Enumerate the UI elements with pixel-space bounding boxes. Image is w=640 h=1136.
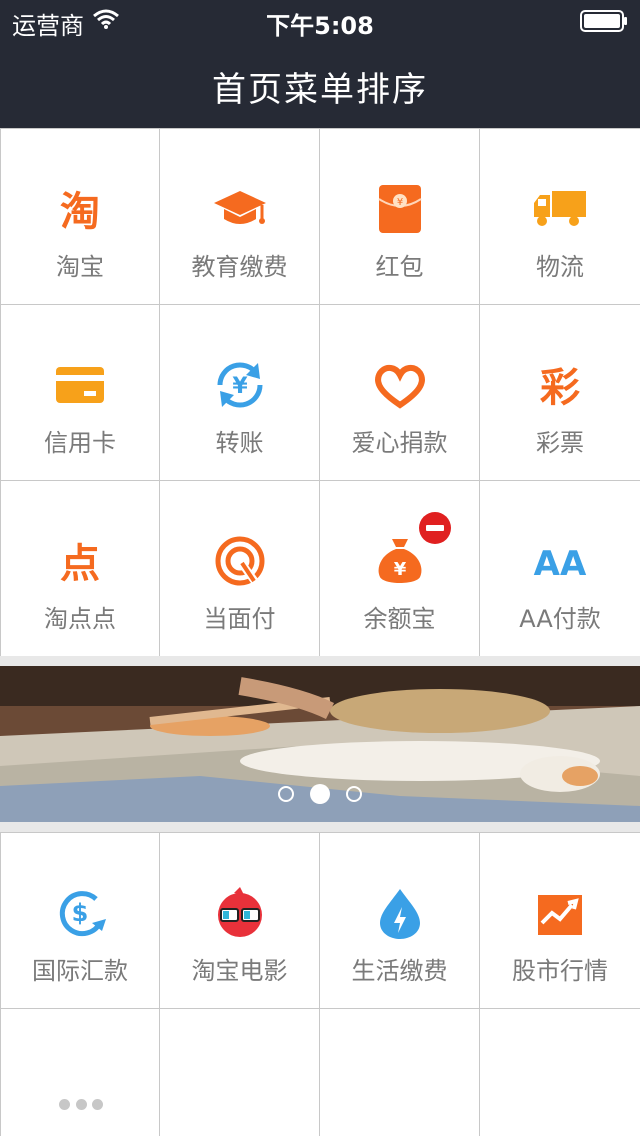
stock-chart-icon <box>532 885 588 941</box>
menu-item-charity[interactable]: 爱心捐款 <box>320 305 480 480</box>
page-dot[interactable] <box>346 786 362 802</box>
menu-item-label: 淘宝电影 <box>191 957 288 985</box>
menu-item-education[interactable]: 教育缴费 <box>160 129 320 304</box>
aa-icon: AA <box>532 533 588 589</box>
menu-item-red-envelope[interactable]: ¥ 红包 <box>320 129 480 304</box>
more-menu-grid: $ 国际汇款 淘宝电影 生活缴费 股市行情 <box>0 832 640 1136</box>
taodiandian-icon: 点 <box>52 533 108 589</box>
menu-item-stock[interactable]: 股市行情 <box>480 833 640 1008</box>
section-divider <box>0 656 640 666</box>
menu-item-credit-card[interactable]: 信用卡 <box>0 305 160 480</box>
heart-icon <box>372 357 428 413</box>
credit-card-icon <box>52 357 108 413</box>
svg-text:AA: AA <box>534 544 587 584</box>
status-bar: 运营商 下午5:08 <box>0 0 640 40</box>
menu-item-label: AA付款 <box>519 605 601 633</box>
svg-text:点: 点 <box>60 541 100 587</box>
menu-row: 信用卡 ¥ 转账 爱心捐款 彩 彩票 <box>0 305 640 481</box>
menu-item-label: 股市行情 <box>512 957 608 985</box>
menu-item-international-remit[interactable]: $ 国际汇款 <box>0 833 160 1008</box>
svg-text:¥: ¥ <box>393 559 406 580</box>
lottery-icon: 彩 <box>532 357 588 413</box>
menu-item-taobao[interactable]: 淘 淘宝 <box>0 129 160 304</box>
menu-item-label: 信用卡 <box>44 429 116 457</box>
svg-text:彩: 彩 <box>540 365 580 411</box>
menu-item-aa[interactable]: AA AA付款 <box>480 481 640 656</box>
face-pay-icon <box>212 533 268 589</box>
graduation-cap-icon <box>212 181 268 237</box>
clock: 下午5:08 <box>266 12 374 40</box>
page-title: 首页菜单排序 <box>212 70 428 110</box>
section-divider <box>0 822 640 832</box>
empty-cell <box>480 1009 640 1136</box>
menu-item-lottery[interactable]: 彩 彩票 <box>480 305 640 480</box>
empty-cell <box>320 1009 480 1136</box>
menu-item-label: 生活缴费 <box>351 957 448 985</box>
menu-item-label: 当面付 <box>203 605 276 633</box>
menu-row <box>0 1009 640 1136</box>
menu-item-label: 彩票 <box>536 429 584 457</box>
transfer-icon: ¥ <box>212 357 268 413</box>
utility-drop-icon <box>372 885 428 941</box>
menu-row: 点 淘点点 当面付 ¥ 余额宝 AA AA付款 <box>0 481 640 657</box>
menu-item-movie[interactable]: 淘宝电影 <box>160 833 320 1008</box>
page-dot[interactable] <box>278 786 294 802</box>
svg-text:$: $ <box>72 899 89 927</box>
red-envelope-icon: ¥ <box>372 181 428 237</box>
svg-text:¥: ¥ <box>232 374 248 399</box>
page-dot-active[interactable] <box>310 784 330 804</box>
menu-grid: 淘 淘宝 教育缴费 ¥ 红包 物流 信用卡 ¥ 转账 爱心捐款 彩 彩票 点 淘… <box>0 128 640 657</box>
menu-item-logistics[interactable]: 物流 <box>480 129 640 304</box>
top-bar: 运营商 下午5:08 首页菜单排序 <box>0 0 640 128</box>
menu-item-label: 转账 <box>215 429 264 457</box>
svg-text:淘: 淘 <box>60 189 100 235</box>
menu-item-label: 余额宝 <box>363 605 436 633</box>
banner-pagination <box>0 784 640 804</box>
menu-item-label: 淘宝 <box>56 253 104 281</box>
international-remit-icon: $ <box>52 885 108 941</box>
menu-item-label: 教育缴费 <box>191 253 288 281</box>
menu-item-transfer[interactable]: ¥ 转账 <box>160 305 320 480</box>
menu-item-face-pay[interactable]: 当面付 <box>160 481 320 656</box>
menu-row: 淘 淘宝 教育缴费 ¥ 红包 物流 <box>0 129 640 305</box>
empty-cell <box>160 1009 320 1136</box>
menu-item-label: 国际汇款 <box>32 957 128 985</box>
menu-item-utility[interactable]: 生活缴费 <box>320 833 480 1008</box>
movie-icon <box>212 885 268 941</box>
remove-badge-icon[interactable] <box>418 511 452 545</box>
svg-text:¥: ¥ <box>396 197 402 208</box>
taobao-icon: 淘 <box>52 181 108 237</box>
menu-item-label: 物流 <box>536 253 584 281</box>
menu-row: $ 国际汇款 淘宝电影 生活缴费 股市行情 <box>0 833 640 1009</box>
menu-item-more[interactable] <box>0 1009 160 1136</box>
menu-item-label: 爱心捐款 <box>351 429 448 457</box>
battery-icon <box>580 10 628 32</box>
menu-item-label: 淘点点 <box>44 605 116 633</box>
truck-icon <box>532 181 588 237</box>
menu-item-yuebao[interactable]: ¥ 余额宝 <box>320 481 480 656</box>
more-icon <box>59 1099 103 1111</box>
menu-item-label: 红包 <box>375 253 424 281</box>
menu-item-taodiandian[interactable]: 点 淘点点 <box>0 481 160 656</box>
